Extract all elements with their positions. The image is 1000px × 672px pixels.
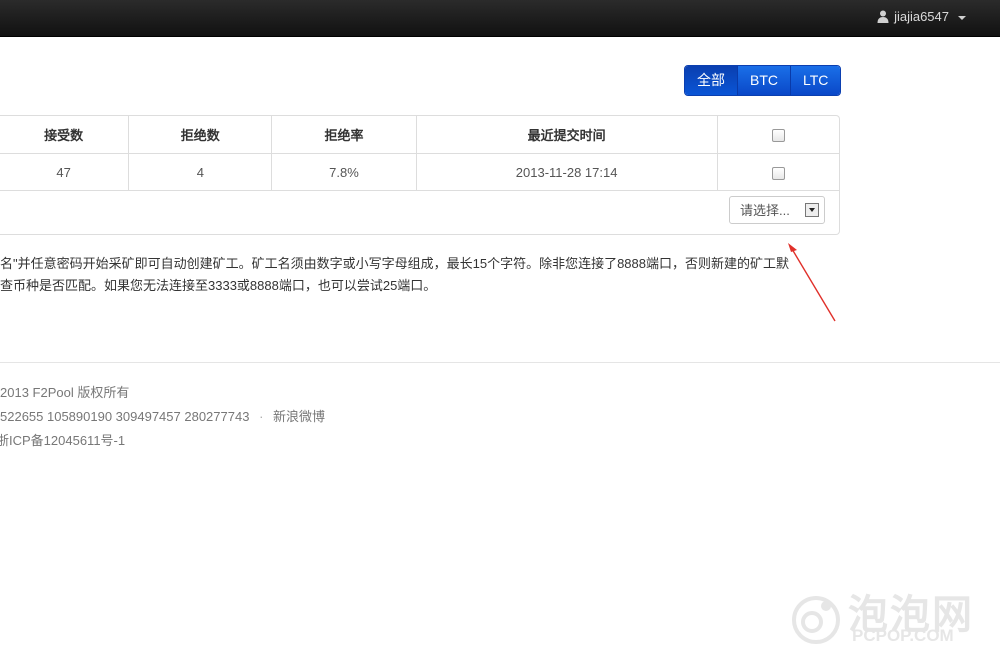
filter-btc-button[interactable]: BTC (738, 66, 791, 95)
user-icon (877, 10, 889, 23)
watermark-en: PCPOP.COM (852, 626, 954, 645)
bulk-action-row: 请选择... (0, 188, 839, 234)
currency-filter-group: 全部 BTC LTC (684, 65, 842, 96)
footer-divider (0, 362, 1000, 363)
header-select-all (717, 116, 839, 154)
footer-qq-groups: 522655 105890190 309497457 280277743 (0, 409, 250, 424)
footer-copyright: 2013 F2Pool 版权所有 (0, 385, 130, 400)
workers-table: 接受数 拒绝数 拒绝率 最近提交时间 47 4 7.8% 2013-11-28 … (0, 116, 839, 191)
header-last-submit[interactable]: 最近提交时间 (416, 116, 718, 154)
header-rejected[interactable]: 拒绝数 (128, 116, 273, 154)
select-all-checkbox[interactable] (771, 129, 785, 143)
header-accepted[interactable]: 接受数 (0, 116, 130, 154)
watermark: 泡泡网 PCPOP.COM (790, 582, 990, 652)
footer-weibo-link[interactable]: 新浪微博 (273, 409, 325, 424)
workers-table-panel: 接受数 拒绝数 拒绝率 最近提交时间 47 4 7.8% 2013-11-28 … (0, 115, 840, 235)
dropdown-arrow-icon[interactable] (805, 203, 819, 217)
table-row: 47 4 7.8% 2013-11-28 17:14 (0, 153, 839, 191)
select-placeholder: 请选择... (740, 203, 790, 218)
cell-reject-rate: 7.8% (271, 153, 417, 191)
watermark-logo-icon (792, 596, 840, 644)
cell-rejected: 4 (128, 153, 273, 191)
user-name: jiajia6547 (894, 9, 949, 24)
cell-last-submit: 2013-11-28 17:14 (416, 153, 718, 191)
cell-accepted: 47 (0, 153, 130, 191)
help-text-line-2: 查币种是否匹配。如果您无法连接至3333或8888端口，也可以尝试25端口。 (0, 278, 437, 293)
worker-help-text: 名"并任意密码开始采矿即可自动创建矿工。矿工名须由数字或小写字母组成，最长15个… (0, 253, 860, 297)
annotation-arrow-icon (788, 243, 836, 322)
filter-ltc-button[interactable]: LTC (791, 66, 841, 95)
bulk-action-select[interactable]: 请选择... (729, 196, 825, 224)
user-menu-dropdown[interactable]: jiajia6547 (877, 9, 966, 24)
footer-separator: · (259, 409, 264, 424)
cell-row-select (717, 153, 839, 191)
filter-all-button[interactable]: 全部 (685, 66, 738, 95)
page-footer: 2013 F2Pool 版权所有 522655 105890190 309497… (0, 381, 325, 453)
caret-down-icon (958, 15, 966, 20)
footer-icp[interactable]: 浙ICP备12045611号-1 (0, 429, 325, 453)
top-navbar: jiajia6547 (0, 0, 1000, 37)
row-checkbox[interactable] (771, 166, 785, 180)
help-text-line-1: 名"并任意密码开始采矿即可自动创建矿工。矿工名须由数字或小写字母组成，最长15个… (0, 256, 789, 271)
header-reject-rate[interactable]: 拒绝率 (271, 116, 417, 154)
table-header-row: 接受数 拒绝数 拒绝率 最近提交时间 (0, 116, 839, 154)
